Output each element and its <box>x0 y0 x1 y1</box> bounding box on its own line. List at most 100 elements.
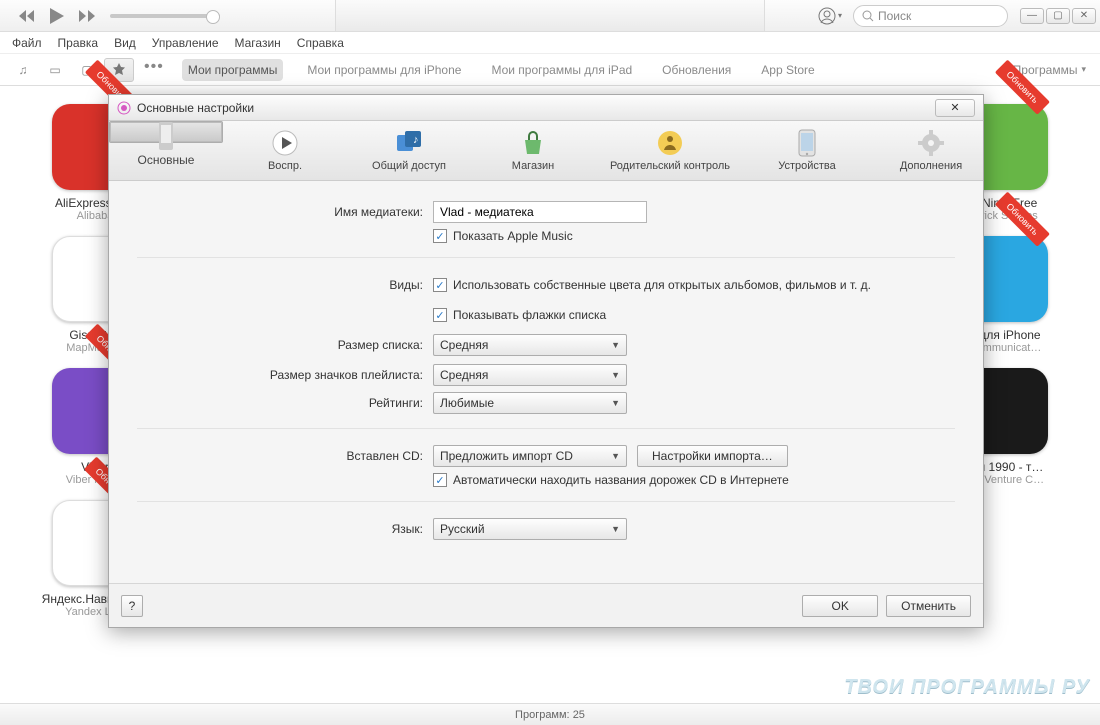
chevron-down-icon: ▼ <box>611 524 620 534</box>
pref-tab-sharing[interactable]: ♪ Общий доступ <box>347 121 471 180</box>
parental-icon <box>656 129 684 157</box>
search-input[interactable]: Поиск <box>853 5 1008 27</box>
checkbox-label: Показывать флажки списка <box>453 308 606 322</box>
pref-tab-playback[interactable]: Воспр. <box>223 121 347 180</box>
menu-help[interactable]: Справка <box>297 36 344 50</box>
statusbar: Программ: 25 <box>0 703 1100 725</box>
menu-store[interactable]: Магазин <box>235 36 281 50</box>
preferences-body: Имя медиатеки: ✓Показать Apple Music Вид… <box>109 181 983 583</box>
auto-cdnames-checkbox[interactable]: ✓Автоматически находить названия дорожек… <box>433 473 789 487</box>
select-value: Русский <box>440 522 485 536</box>
label-library: Имя медиатеки: <box>137 205 433 219</box>
itunes-icon <box>117 101 131 115</box>
playback-controls <box>16 5 98 27</box>
chevron-down-icon: ▼ <box>611 398 620 408</box>
gear-icon <box>917 129 945 157</box>
tab-label: Родительский контроль <box>610 160 730 172</box>
label-views: Виды: <box>137 278 433 292</box>
sharing-icon: ♪ <box>395 129 423 157</box>
search-placeholder: Поиск <box>878 9 911 23</box>
library-name-input[interactable] <box>433 201 647 223</box>
chevron-down-icon: ▾ <box>1081 64 1086 75</box>
devices-icon <box>793 129 821 157</box>
play-button[interactable] <box>46 5 68 27</box>
movies-view-icon[interactable]: ▭ <box>40 58 70 82</box>
language-select[interactable]: Русский ▼ <box>433 518 627 540</box>
menu-view[interactable]: Вид <box>114 36 136 50</box>
next-button[interactable] <box>76 5 98 27</box>
menu-control[interactable]: Управление <box>152 36 219 50</box>
music-view-icon[interactable]: ♫ <box>8 58 38 82</box>
prev-button[interactable] <box>16 5 38 27</box>
close-button[interactable]: ✕ <box>1072 8 1096 24</box>
dialog-footer: ? OK Отменить <box>109 583 983 627</box>
pref-tab-devices[interactable]: Устройства <box>745 121 869 180</box>
chevron-down-icon: ▼ <box>611 340 620 350</box>
account-button[interactable]: ▾ <box>813 5 847 27</box>
listsize-select[interactable]: Средняя ▼ <box>433 334 627 356</box>
cancel-button[interactable]: Отменить <box>886 595 971 617</box>
checkbox-label: Показать Apple Music <box>453 229 573 243</box>
category-dropdown[interactable]: Программы ▾ <box>1013 63 1092 77</box>
pref-tab-general[interactable]: Основные <box>109 121 223 143</box>
tab-label: Воспр. <box>268 160 302 172</box>
iconsize-select[interactable]: Средняя ▼ <box>433 364 627 386</box>
preferences-tabs: Основные Воспр. ♪ Общий доступ Магазин Р… <box>109 121 983 181</box>
tab-label: Устройства <box>778 160 836 172</box>
tab-my-apps[interactable]: Мои программы <box>182 59 284 81</box>
tab-label: Общий доступ <box>372 160 446 172</box>
now-playing-display <box>335 0 765 32</box>
tab-iphone[interactable]: Мои программы для iPhone <box>301 59 467 81</box>
help-button[interactable]: ? <box>121 595 143 617</box>
menu-file[interactable]: Файл <box>12 36 42 50</box>
dialog-title: Основные настройки <box>137 101 254 115</box>
showflags-checkbox[interactable]: ✓Показывать флажки списка <box>433 308 606 322</box>
pref-tab-parental[interactable]: Родительский контроль <box>595 121 745 180</box>
more-views-button[interactable]: ••• <box>144 58 164 82</box>
menubar: Файл Правка Вид Управление Магазин Справ… <box>0 32 1100 54</box>
preferences-dialog: Основные настройки ✕ Основные Воспр. ♪ О… <box>108 94 984 628</box>
search-icon <box>862 10 874 22</box>
applemusic-checkbox[interactable]: ✓Показать Apple Music <box>433 229 573 243</box>
cd-action-select[interactable]: Предложить импорт CD ▼ <box>433 445 627 467</box>
chevron-down-icon: ▼ <box>611 370 620 380</box>
tab-label: Дополнения <box>900 160 962 172</box>
volume-slider[interactable] <box>110 14 220 18</box>
label-ratings: Рейтинги: <box>137 396 433 410</box>
watermark: ТВОИ ПРОГРАММЫ РУ <box>844 676 1090 699</box>
status-label: Программ: <box>515 709 570 721</box>
select-value: Предложить импорт CD <box>440 449 573 463</box>
select-value: Любимые <box>440 396 494 410</box>
menu-edit[interactable]: Правка <box>58 36 99 50</box>
tab-label: Магазин <box>512 160 554 172</box>
chevron-down-icon: ▼ <box>611 451 620 461</box>
svg-text:♪: ♪ <box>413 134 419 146</box>
import-settings-button[interactable]: Настройки импорта… <box>637 445 788 467</box>
ok-button[interactable]: OK <box>802 595 878 617</box>
label-language: Язык: <box>137 522 433 536</box>
tabstrip: ♫ ▭ ▢ ••• Мои программы Мои программы дл… <box>0 54 1100 86</box>
tab-updates[interactable]: Обновления <box>656 59 737 81</box>
tab-label: Основные <box>138 153 195 167</box>
general-icon <box>152 122 180 150</box>
label-listsize: Размер списка: <box>137 338 433 352</box>
label-cd: Вставлен CD: <box>137 449 433 463</box>
tab-ipad[interactable]: Мои программы для iPad <box>485 59 638 81</box>
titlebar: ▾ Поиск — ▢ ✕ <box>0 0 1100 32</box>
select-value: Средняя <box>440 368 488 382</box>
tab-appstore[interactable]: App Store <box>755 59 820 81</box>
ratings-select[interactable]: Любимые ▼ <box>433 392 627 414</box>
dialog-titlebar: Основные настройки ✕ <box>109 95 983 121</box>
checkbox-label: Использовать собственные цвета для откры… <box>453 278 871 292</box>
minimize-button[interactable]: — <box>1020 8 1044 24</box>
playback-icon <box>271 129 299 157</box>
label-iconsize: Размер значков плейлиста: <box>137 368 433 382</box>
customcolors-checkbox[interactable]: ✓Использовать собственные цвета для откр… <box>433 278 871 292</box>
checkbox-label: Автоматически находить названия дорожек … <box>453 473 789 487</box>
pref-tab-advanced[interactable]: Дополнения <box>869 121 993 180</box>
pref-tab-store[interactable]: Магазин <box>471 121 595 180</box>
status-count: 25 <box>573 709 585 721</box>
dialog-close-button[interactable]: ✕ <box>935 99 975 117</box>
select-value: Средняя <box>440 338 488 352</box>
maximize-button[interactable]: ▢ <box>1046 8 1070 24</box>
